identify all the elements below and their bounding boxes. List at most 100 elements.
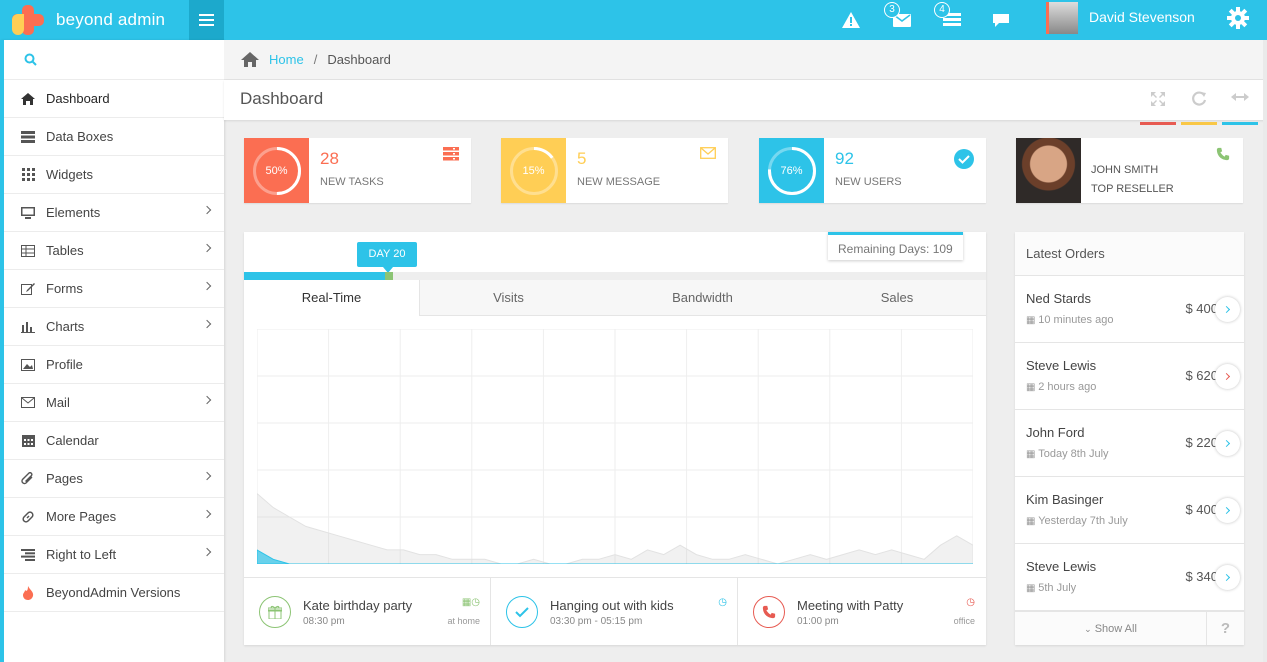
event-title: Kate birthday party [303, 598, 413, 613]
calendar-icon: ▦ [1026, 516, 1039, 527]
show-all-button[interactable]: ⌄ Show All [1015, 612, 1207, 645]
messages-button[interactable]: 3 [884, 0, 914, 40]
order-time: ▦ Today 8th July [1026, 448, 1109, 460]
sidebar-item-mail[interactable]: Mail [4, 384, 224, 422]
day-tag: DAY 20 [357, 242, 417, 273]
order-row[interactable]: John Ford ▦ Today 8th July $ 220 [1015, 410, 1244, 477]
user-name[interactable]: David Stevenson [1089, 0, 1195, 34]
expand-icon[interactable] [1140, 91, 1176, 125]
sidebar-item-more-pages[interactable]: More Pages [4, 498, 224, 536]
sidebar-item-dashboard[interactable]: Dashboard [0, 80, 224, 118]
table-icon [20, 244, 36, 258]
order-row[interactable]: Steve Lewis ▦ 2 hours ago $ 620 [1015, 343, 1244, 410]
breadcrumb-separator: / [313, 52, 318, 67]
breadcrumb-home-link[interactable]: Home [269, 52, 304, 67]
sidebar-item-label: Profile [46, 357, 83, 372]
chat-button[interactable] [990, 0, 1012, 40]
sidebar-item-label: More Pages [46, 509, 117, 524]
sidebar-item-elements[interactable]: Elements [4, 194, 224, 232]
check-icon [506, 596, 538, 628]
profile-card[interactable]: JOHN SMITH TOP RESELLER [1016, 138, 1243, 203]
tab-real-time[interactable]: Real-Time [244, 280, 420, 316]
stat-ring: 76% [767, 146, 816, 195]
order-detail-button[interactable] [1215, 364, 1240, 389]
page-scrollbar[interactable] [1263, 40, 1267, 662]
order-price: $ 400 [1185, 301, 1218, 316]
progress-fill [244, 272, 385, 280]
sidebar-item-pages[interactable]: Pages [4, 460, 224, 498]
calendar-icon: ▦ [1026, 449, 1039, 460]
sidebar-item-right-to-left[interactable]: Right to Left [4, 536, 224, 574]
sidebar-search[interactable] [4, 40, 224, 80]
paperclip-icon [20, 471, 36, 486]
user-avatar[interactable] [1046, 2, 1078, 34]
link-icon [20, 510, 36, 524]
chevron-right-icon [1222, 305, 1231, 314]
order-row[interactable]: Ned Stards ▦ 10 minutes ago $ 400 [1015, 276, 1244, 343]
logo-text: beyond admin [56, 10, 166, 29]
stat-ring-arc [509, 146, 558, 195]
gear-icon[interactable] [1226, 0, 1250, 36]
order-detail-button[interactable] [1215, 297, 1240, 322]
tab-visits[interactable]: Visits [420, 280, 597, 316]
sidebar-item-charts[interactable]: Charts [4, 308, 224, 346]
stat-card[interactable]: 50% 28 NEW TASKS [244, 138, 471, 203]
help-button[interactable]: ? [1207, 612, 1244, 645]
chevron-right-icon [202, 243, 212, 253]
sidebar-item-tables[interactable]: Tables [4, 232, 224, 270]
progress-marker [384, 272, 393, 280]
refresh-icon[interactable] [1181, 91, 1217, 125]
stat-card[interactable]: 76% 92 NEW USERS [759, 138, 986, 203]
order-customer: Kim Basinger [1026, 492, 1104, 507]
event-location: office [953, 616, 975, 626]
order-time: ▦ 10 minutes ago [1026, 314, 1113, 326]
sidebar-item-label: Elements [46, 205, 101, 220]
chevron-right-icon [202, 509, 212, 519]
tasks-icon [443, 147, 459, 161]
collapse-icon[interactable] [1222, 91, 1258, 125]
sidebar-toggle-button[interactable] [189, 0, 224, 40]
realtime-chart [257, 329, 973, 564]
chevron-right-icon [1222, 573, 1231, 582]
order-row[interactable]: Kim Basinger ▦ Yesterday 7th July $ 400 [1015, 477, 1244, 544]
chevron-down-icon: ⌄ [1084, 624, 1092, 634]
sidebar-item-forms[interactable]: Forms [4, 270, 224, 308]
latest-orders-panel: Latest Orders Ned Stards ▦ 10 minutes ago… [1015, 232, 1244, 645]
sidebar-item-data-boxes[interactable]: Data Boxes [4, 118, 224, 156]
pencil-icon [20, 282, 36, 296]
event-item[interactable]: Kate birthday party 08:30 pm at home ▦◷ [244, 578, 491, 645]
chevron-right-icon [202, 547, 212, 557]
event-item[interactable]: Meeting with Patty 01:00 pm office ◷ [738, 578, 985, 645]
tab-bandwidth[interactable]: Bandwidth [597, 280, 808, 316]
sidebar-item-profile[interactable]: Profile [4, 346, 224, 384]
event-title: Hanging out with kids [550, 598, 674, 613]
stat-ring-arc [767, 146, 816, 195]
order-customer: Steve Lewis [1026, 358, 1097, 373]
envelope-icon [700, 147, 716, 161]
event-time: 08:30 pm [303, 616, 345, 627]
phone-icon [753, 596, 785, 628]
order-detail-button[interactable] [1215, 498, 1240, 523]
order-detail-button[interactable] [1215, 565, 1240, 590]
tasks-button[interactable]: 4 [934, 0, 964, 40]
check-circle-icon [954, 149, 974, 169]
logo[interactable]: beyond admin [0, 0, 189, 40]
remaining-days: Remaining Days: 109 [828, 232, 963, 260]
order-price: $ 220 [1185, 435, 1218, 450]
order-time-label: 2 hours ago [1038, 381, 1097, 393]
order-price: $ 620 [1185, 368, 1218, 383]
stat-card[interactable]: 15% 5 NEW MESSAGE [501, 138, 728, 203]
order-detail-button[interactable] [1215, 431, 1240, 456]
warning-icon[interactable] [840, 0, 862, 40]
sidebar-item-widgets[interactable]: Widgets [4, 156, 224, 194]
sidebar: Dashboard Data Boxes Widgets Elements Tables… [0, 40, 224, 662]
profile-name: JOHN SMITH [1091, 164, 1159, 176]
home-icon [20, 92, 36, 106]
sidebar-item-beyondadmin-versions[interactable]: BeyondAdmin Versions [4, 574, 224, 612]
tab-sales[interactable]: Sales [808, 280, 986, 316]
sidebar-item-calendar[interactable]: Calendar [4, 422, 224, 460]
page-title: Dashboard [240, 89, 324, 108]
phone-icon[interactable] [1215, 147, 1231, 161]
event-item[interactable]: Hanging out with kids 03:30 pm - 05:15 pm… [491, 578, 738, 645]
order-row[interactable]: Steve Lewis ▦ 5th July $ 340 [1015, 544, 1244, 611]
